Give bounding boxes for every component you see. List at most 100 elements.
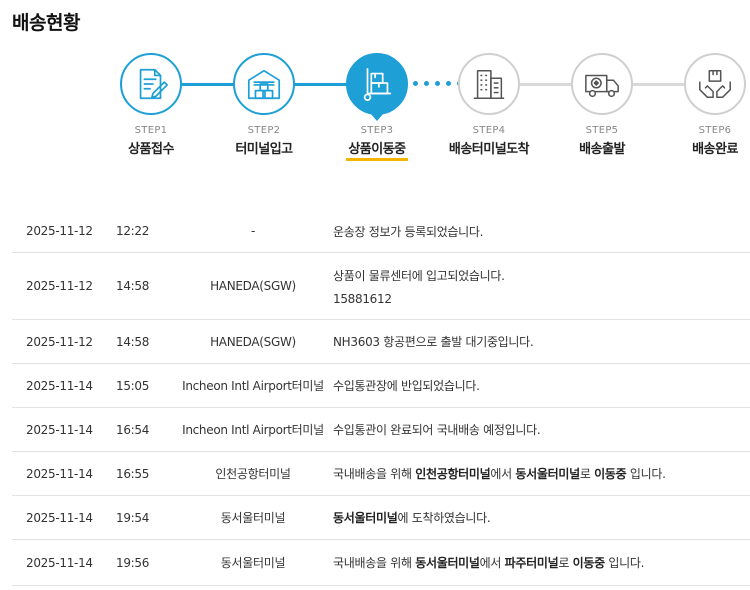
progress-dot (446, 81, 451, 86)
delivery-progress-steps: STEP1 상품접수 STEP2 터미널입고 STEP3 상품이동중 STEP4… (0, 0, 750, 170)
step3-circle-current (346, 53, 408, 115)
progress-dot (435, 81, 440, 86)
event-message-extra: 15881612 (333, 291, 392, 306)
step4-number: STEP4 (472, 125, 506, 136)
current-step-underline (346, 158, 408, 161)
event-message: NH3603 항공편으로 출발 대기중입니다. (333, 320, 750, 363)
message-text: 수입통관이 완료되어 국내배송 예정입니다. (333, 423, 541, 437)
event-message-line: 수입통관장에 반입되었습니다. (333, 377, 480, 394)
event-location: HANEDA(SGW) (210, 279, 296, 293)
step6-name: 배송완료 (692, 142, 738, 157)
message-highlight: 이동중 (594, 467, 627, 481)
event-date: 2025-11-14 (26, 422, 93, 437)
event-location: - (250, 224, 256, 238)
event-date: 2025-11-14 (26, 378, 93, 393)
message-text: 국내배송을 위해 (333, 556, 416, 570)
event-message: 동서울터미널에 도착하였습니다. (333, 496, 750, 539)
table-row: 2025-11-14 19:56 동서울터미널 국내배송을 위해 동서울터미널에… (12, 540, 750, 586)
message-highlight: 동서울터미널 (515, 467, 580, 481)
step3-name: 상품이동중 (348, 142, 406, 157)
message-highlight: 이동중 (572, 556, 606, 570)
message-highlight: 동서울터미널 (333, 511, 398, 525)
message-highlight: 동서울터미널 (415, 556, 480, 570)
message-text: 운송장 정보가 등록되었습니다. (333, 224, 484, 239)
event-date: 2025-11-14 (26, 466, 93, 481)
message-text: 로 (579, 467, 595, 481)
event-time: 15:05 (116, 378, 150, 393)
event-message: 상품이 물류센터에 입고되었습니다. 15881612 (333, 253, 750, 319)
message-highlight: 파주터미널 (504, 556, 559, 570)
event-message-line: 운송장 정보가 등록되었습니다. (333, 223, 483, 240)
event-message-line: 동서울터미널에 도착하였습니다. (333, 509, 491, 526)
step-connector (633, 83, 686, 86)
table-row: 2025-11-14 16:55 인천공항터미널 국내배송을 위해 인천공항터미… (12, 452, 750, 496)
step1-circle (120, 53, 182, 115)
event-date: 2025-11-12 (26, 224, 93, 238)
step4-name: 배송터미널도착 (448, 142, 530, 157)
message-highlight: 인천공항터미널 (415, 467, 491, 481)
event-location: 동서울터미널 (220, 511, 286, 525)
message-text: 입니다. (626, 467, 666, 481)
event-message-line: NH3603 항공편으로 출발 대기중입니다. (333, 333, 534, 350)
table-row: 2025-11-14 16:54 Incheon Intl Airport터미널… (12, 408, 750, 452)
step3-number: STEP3 (360, 125, 394, 136)
event-message: 수입통관이 완료되어 국내배송 예정입니다. (333, 408, 750, 451)
step2-number: STEP2 (247, 125, 281, 136)
step-connector (181, 83, 234, 86)
step4-circle (458, 53, 520, 115)
event-date: 2025-11-14 (26, 510, 93, 525)
building-icon (473, 69, 505, 100)
step-progress-dots (413, 81, 462, 87)
hands-package-icon (699, 69, 731, 99)
progress-dot (424, 81, 429, 86)
event-time: 16:55 (116, 466, 150, 481)
message-text: 로 (558, 556, 573, 570)
step6-number: STEP6 (698, 125, 732, 136)
step6-circle (684, 53, 746, 115)
step2-name: 터미널입고 (235, 142, 293, 157)
step-connector (294, 83, 347, 86)
message-text: 에서 (490, 467, 516, 481)
delivery-truck-icon (585, 74, 619, 98)
current-step-pointer (370, 113, 384, 121)
table-row: 2025-11-12 14:58 HANEDA(SGW) 상품이 물류센터에 입… (12, 253, 750, 320)
event-message-line: 국내배송을 위해 동서울터미널에서 파주터미널로 이동중 입니다. (333, 554, 644, 571)
event-location: 인천공항터미널 (215, 467, 291, 481)
document-edit-icon (139, 68, 169, 100)
event-location: 동서울터미널 (220, 556, 286, 570)
event-message: 국내배송을 위해 동서울터미널에서 파주터미널로 이동중 입니다. (333, 540, 750, 585)
message-text: 에서 (479, 556, 505, 570)
event-location: HANEDA(SGW) (210, 334, 296, 349)
message-text: 상품이 물류센터에 입고되었습니다. (333, 268, 505, 283)
event-time: 19:56 (116, 555, 150, 570)
event-date: 2025-11-14 (26, 555, 93, 570)
event-location: Incheon Intl Airport터미널 (182, 379, 324, 393)
step1-number: STEP1 (134, 125, 168, 136)
event-time: 14:58 (116, 279, 150, 293)
table-row: 2025-11-14 15:05 Incheon Intl Airport터미널… (12, 364, 750, 408)
message-text: NH3603 항공편으로 출발 대기중입니다. (333, 335, 534, 349)
table-row: 2025-11-12 12:22 - 운송장 정보가 등록되었습니다. (12, 210, 750, 253)
message-text: 수입통관장에 반입되었습니다. (333, 379, 480, 393)
event-message: 국내배송을 위해 인천공항터미널에서 동서울터미널로 이동중 입니다. (333, 452, 750, 495)
message-text: 에 도착하였습니다. (397, 511, 491, 525)
step5-number: STEP5 (585, 125, 619, 136)
event-date: 2025-11-12 (26, 334, 93, 349)
step5-circle (571, 53, 633, 115)
table-row: 2025-11-14 19:54 동서울터미널 동서울터미널에 도착하였습니다. (12, 496, 750, 540)
event-message: 수입통관장에 반입되었습니다. (333, 364, 750, 407)
event-time: 12:22 (116, 224, 150, 238)
event-location: Incheon Intl Airport터미널 (182, 423, 324, 437)
step5-name: 배송출발 (579, 142, 625, 157)
event-message-line: 수입통관이 완료되어 국내배송 예정입니다. (333, 421, 541, 438)
warehouse-icon (247, 69, 281, 100)
event-message: 운송장 정보가 등록되었습니다. (333, 210, 750, 252)
step1-name: 상품접수 (128, 142, 174, 157)
step-connector (520, 83, 573, 86)
event-time: 16:54 (116, 422, 150, 437)
step2-circle (233, 53, 295, 115)
event-time: 19:54 (116, 510, 150, 525)
event-message-line: 상품이 물류센터에 입고되었습니다. (333, 267, 505, 284)
event-message-line: 국내배송을 위해 인천공항터미널에서 동서울터미널로 이동중 입니다. (333, 465, 666, 482)
hand-truck-icon (363, 67, 392, 102)
